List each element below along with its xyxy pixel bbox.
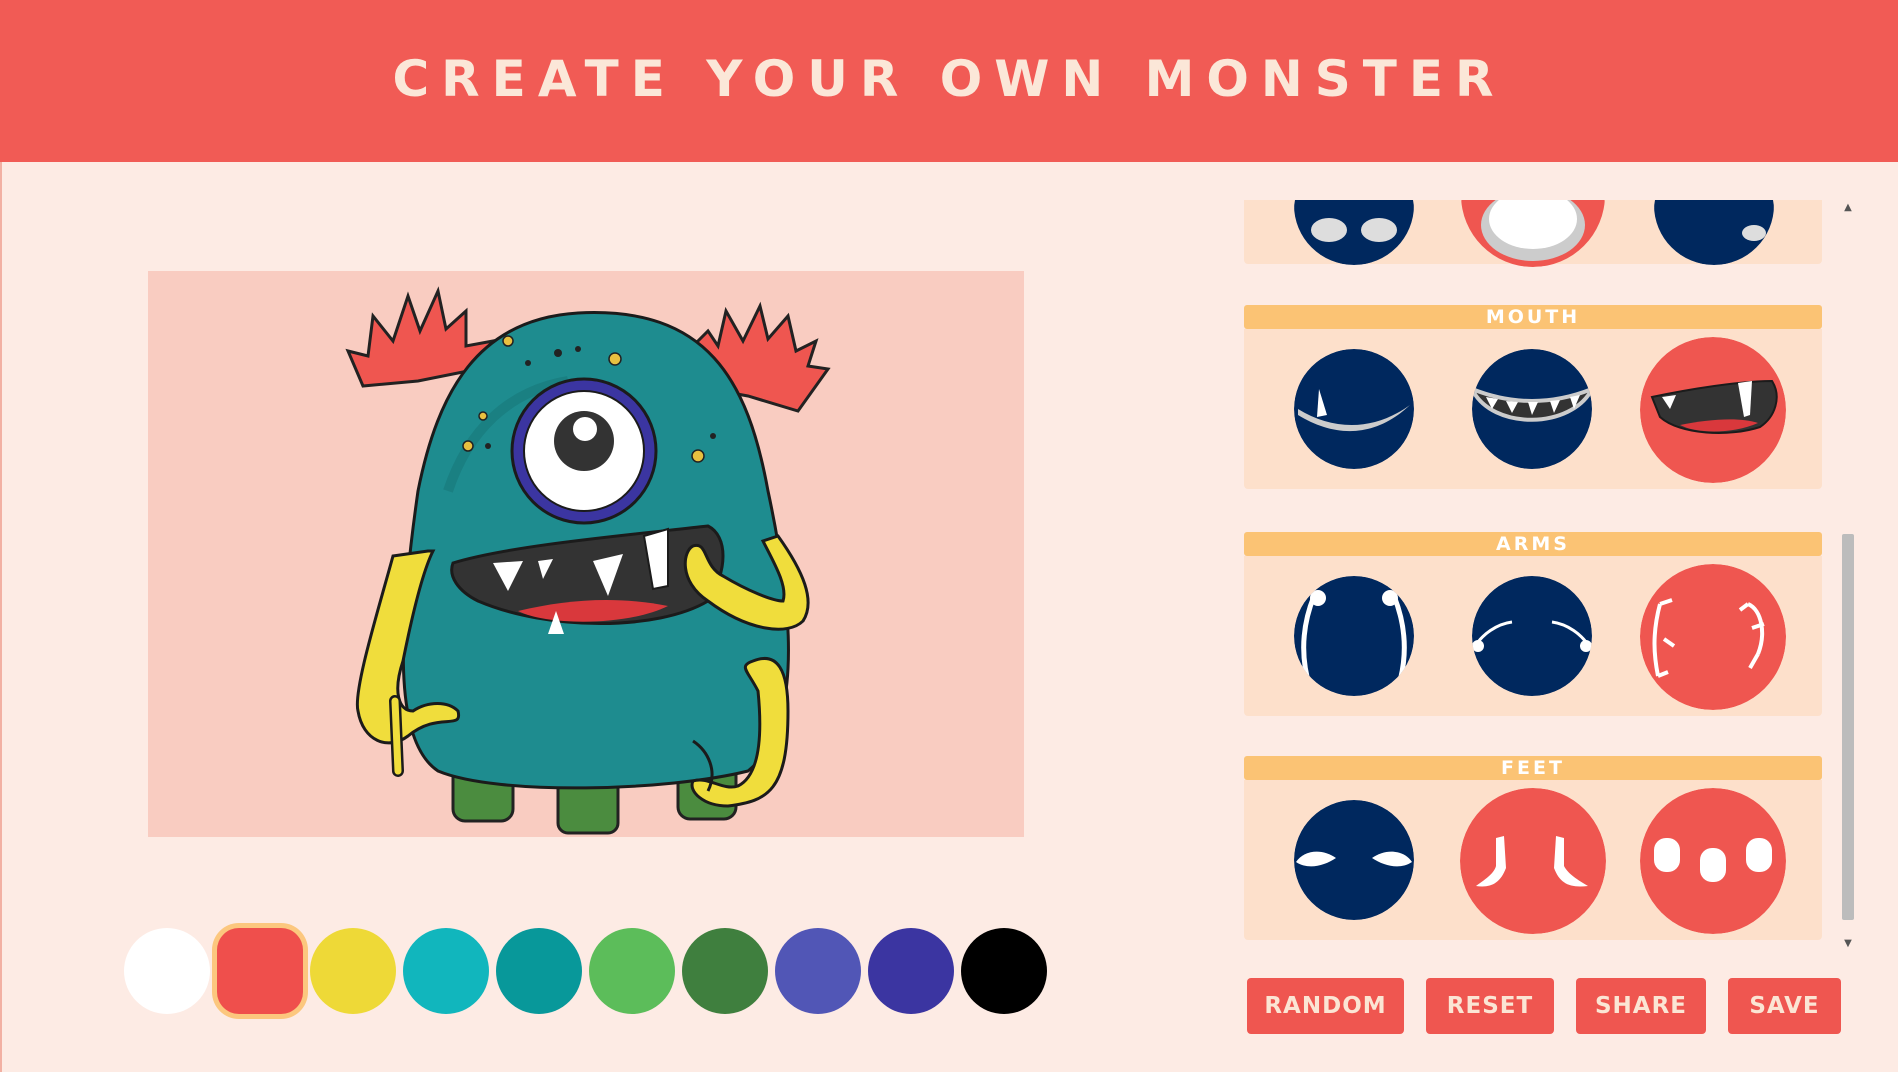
section-eyes-body	[1244, 200, 1822, 267]
eyes-option-3[interactable]	[1654, 200, 1774, 265]
eyes-option-2[interactable]	[1460, 200, 1606, 267]
arms-option-2[interactable]	[1472, 576, 1592, 696]
monster-canvas	[148, 271, 1024, 837]
page-title: CREATE YOUR OWN MONSTER	[392, 50, 1506, 108]
mouth-option-2[interactable]	[1472, 349, 1592, 469]
random-button[interactable]: RANDOM	[1247, 978, 1404, 1034]
section-mouth-body	[1244, 329, 1822, 489]
color-swatch-black[interactable]	[961, 928, 1047, 1014]
left-border	[0, 162, 2, 1072]
color-palette	[124, 928, 1054, 1014]
section-mouth: MOUTH	[1244, 305, 1822, 489]
arms-option-1[interactable]	[1294, 576, 1414, 696]
color-swatch-periwinkle[interactable]	[775, 928, 861, 1014]
section-feet-body	[1244, 780, 1822, 940]
color-swatch-teal[interactable]	[496, 928, 582, 1014]
mouth-option-1[interactable]	[1294, 349, 1414, 469]
share-button[interactable]: SHARE	[1576, 978, 1706, 1034]
feet-option-2[interactable]	[1460, 788, 1606, 934]
feet-option-1[interactable]	[1294, 800, 1414, 920]
eyes-option-1[interactable]	[1294, 200, 1414, 265]
panel-scrollbar[interactable]: ▲ ▼	[1840, 200, 1856, 954]
section-mouth-title: MOUTH	[1244, 305, 1822, 329]
section-feet-title: FEET	[1244, 756, 1822, 780]
section-arms: ARMS	[1244, 532, 1822, 716]
arms-option-3[interactable]	[1640, 564, 1786, 710]
section-arms-title: ARMS	[1244, 532, 1822, 556]
feet-option-3[interactable]	[1640, 788, 1786, 934]
section-arms-body	[1244, 556, 1822, 716]
scroll-down-icon[interactable]: ▼	[1842, 938, 1854, 950]
color-swatch-indigo[interactable]	[868, 928, 954, 1014]
section-eyes	[1244, 200, 1822, 267]
color-swatch-dark-green[interactable]	[682, 928, 768, 1014]
color-swatch-yellow[interactable]	[310, 928, 396, 1014]
scrollbar-thumb[interactable]	[1842, 534, 1854, 920]
color-swatch-white[interactable]	[124, 928, 210, 1014]
section-feet: FEET	[1244, 756, 1822, 940]
monster-illustration	[345, 286, 831, 835]
app-header: CREATE YOUR OWN MONSTER	[0, 0, 1898, 162]
save-button[interactable]: SAVE	[1728, 978, 1841, 1034]
scroll-up-icon[interactable]: ▲	[1842, 202, 1854, 214]
color-swatch-light-green[interactable]	[589, 928, 675, 1014]
color-swatch-cyan[interactable]	[403, 928, 489, 1014]
reset-button[interactable]: RESET	[1426, 978, 1554, 1034]
options-panel: MOUTH ARMS FEET	[1244, 200, 1822, 940]
color-swatch-red[interactable]	[217, 928, 303, 1014]
mouth-option-3[interactable]	[1640, 337, 1786, 483]
